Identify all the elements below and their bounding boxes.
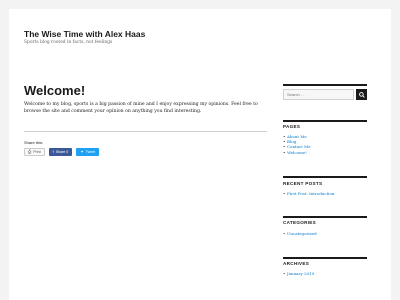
- pages-item-welcome[interactable]: Welcome!: [283, 150, 311, 155]
- search-icon: [358, 91, 365, 98]
- recent-posts-list: First Post: Introduction: [283, 191, 334, 196]
- site-title[interactable]: The Wise Time with Alex Haas: [24, 29, 145, 39]
- recent-posts-widget-rule: [283, 176, 367, 178]
- categories-widget-title: CATEGORIES: [283, 220, 317, 225]
- search-input[interactable]: [283, 89, 354, 100]
- recent-post-item[interactable]: First Post: Introduction: [283, 191, 334, 196]
- archive-item[interactable]: January 2019: [283, 271, 314, 276]
- categories-widget-rule: [283, 216, 367, 218]
- archives-widget-title: ARCHIVES: [283, 261, 310, 266]
- pages-widget-title: PAGES: [283, 124, 301, 129]
- share-label: Share this:: [24, 140, 44, 145]
- entry-paragraph: Welcome to my blog, sports is a big pass…: [24, 102, 258, 115]
- search-button[interactable]: [356, 89, 367, 100]
- twitter-share-button[interactable]: ✦ Tweet: [76, 148, 100, 156]
- content-divider: [24, 131, 267, 132]
- recent-posts-widget-title: RECENT POSTS: [283, 181, 323, 186]
- search-widget-rule: [283, 84, 367, 86]
- archives-widget-rule: [283, 257, 367, 259]
- facebook-share-label: Share 0: [55, 150, 69, 154]
- facebook-icon: f: [52, 149, 54, 154]
- categories-list: Uncategorized: [283, 231, 317, 236]
- site-description: Sports blog rooted in facts, not feeling…: [24, 40, 113, 45]
- pages-list: About Me Blog Contact Me Welcome!: [283, 134, 311, 155]
- twitter-share-label: Tweet: [85, 150, 96, 154]
- archives-list: January 2019: [283, 271, 314, 276]
- entry-content: Welcome to my blog, sports is a big pass…: [24, 101, 264, 115]
- category-item[interactable]: Uncategorized: [283, 231, 317, 236]
- print-label: Print: [33, 150, 41, 154]
- share-buttons: ⎙ Print f Share 0 ✦ Tweet: [24, 148, 100, 156]
- printer-icon: ⎙: [28, 149, 32, 154]
- print-button[interactable]: ⎙ Print: [24, 148, 45, 156]
- twitter-icon: ✦: [80, 149, 84, 154]
- pages-widget-rule: [283, 120, 367, 122]
- facebook-share-button[interactable]: f Share 0: [48, 148, 73, 156]
- page-title: Welcome!: [24, 83, 86, 98]
